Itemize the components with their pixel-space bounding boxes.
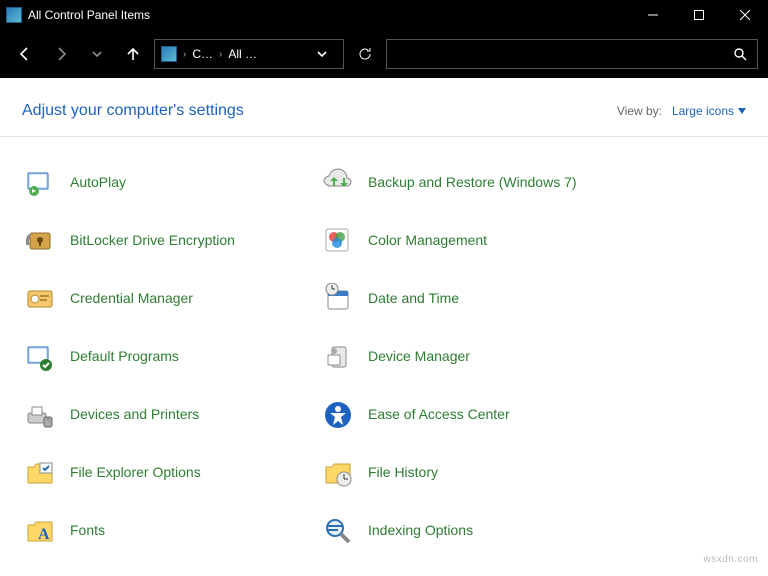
control-panel-item[interactable]: Date and Time [320, 281, 598, 317]
control-panel-item-label: AutoPlay [70, 174, 126, 192]
control-panel-item-label: Fonts [70, 522, 105, 540]
breadcrumb-crumb-2[interactable]: All … [228, 47, 257, 61]
control-panel-item[interactable]: BitLocker Drive Encryption [22, 223, 300, 259]
control-panel-item[interactable]: File History [320, 455, 598, 491]
autoplay-icon [22, 165, 58, 201]
forward-button[interactable] [46, 39, 76, 69]
date-time-icon [320, 281, 356, 317]
control-panel-item-label: Devices and Printers [70, 406, 199, 424]
control-panel-item[interactable]: Fonts [22, 513, 300, 549]
control-panel-item-label: File Explorer Options [70, 464, 201, 482]
control-panel-item-label: Indexing Options [368, 522, 473, 540]
control-panel-item[interactable]: Default Programs [22, 339, 300, 375]
address-bar[interactable]: › C… › All … [154, 39, 344, 69]
file-history-icon [320, 455, 356, 491]
watermark: wsxdn.com [703, 554, 758, 565]
control-panel-item-label: File History [368, 464, 438, 482]
items-grid: AutoPlay Backup and Restore (Windows 7) Bi… [0, 137, 620, 569]
control-panel-item[interactable]: Devices and Printers [22, 397, 300, 433]
control-panel-item[interactable]: Backup and Restore (Windows 7) [320, 165, 598, 201]
view-by-value: Large icons [672, 104, 734, 118]
window-title: All Control Panel Items [28, 8, 150, 22]
file-explorer-options-icon [22, 455, 58, 491]
navbar: › C… › All … [0, 30, 768, 78]
refresh-button[interactable] [350, 39, 380, 69]
control-panel-item[interactable]: Color Management [320, 223, 598, 259]
fonts-icon [22, 513, 58, 549]
backup-restore-icon [320, 165, 356, 201]
control-panel-item-label: BitLocker Drive Encryption [70, 232, 235, 250]
window-controls [630, 0, 768, 30]
content-header: Adjust your computer's settings View by:… [0, 78, 768, 137]
color-management-icon [320, 223, 356, 259]
control-panel-item[interactable]: Credential Manager [22, 281, 300, 317]
control-panel-item[interactable]: AutoPlay [22, 165, 300, 201]
control-panel-item-label: Ease of Access Center [368, 406, 510, 424]
address-dropdown-button[interactable] [307, 39, 337, 69]
minimize-button[interactable] [630, 0, 676, 30]
credential-manager-icon [22, 281, 58, 317]
content-scroll[interactable]: AutoPlay Backup and Restore (Windows 7) Bi… [0, 137, 768, 571]
control-panel-item-label: Device Manager [368, 348, 470, 366]
breadcrumb-crumb-1[interactable]: C… [192, 47, 213, 61]
chevron-right-icon: › [219, 49, 222, 60]
indexing-options-icon [320, 513, 356, 549]
titlebar-left: All Control Panel Items [6, 7, 150, 23]
control-panel-item[interactable]: Device Manager [320, 339, 598, 375]
control-panel-item[interactable]: Indexing Options [320, 513, 598, 549]
control-panel-item-label: Color Management [368, 232, 487, 250]
recent-locations-button[interactable] [82, 39, 112, 69]
devices-printers-icon [22, 397, 58, 433]
control-panel-item-label: Date and Time [368, 290, 459, 308]
address-icon [161, 46, 177, 62]
control-panel-item[interactable]: File Explorer Options [22, 455, 300, 491]
default-programs-icon [22, 339, 58, 375]
chevron-down-icon [738, 108, 746, 114]
back-button[interactable] [10, 39, 40, 69]
close-button[interactable] [722, 0, 768, 30]
page-title: Adjust your computer's settings [22, 102, 244, 120]
maximize-button[interactable] [676, 0, 722, 30]
chevron-right-icon: › [183, 49, 186, 60]
ease-of-access-icon [320, 397, 356, 433]
view-by-selector[interactable]: Large icons [672, 104, 746, 118]
titlebar: All Control Panel Items [0, 0, 768, 30]
device-manager-icon [320, 339, 356, 375]
view-by: View by: Large icons [617, 104, 746, 118]
up-button[interactable] [118, 39, 148, 69]
view-by-label: View by: [617, 104, 662, 118]
search-input[interactable] [386, 39, 758, 69]
control-panel-item-label: Backup and Restore (Windows 7) [368, 174, 577, 192]
bitlocker-icon [22, 223, 58, 259]
control-panel-item-label: Credential Manager [70, 290, 193, 308]
search-icon [733, 47, 747, 61]
control-panel-icon [6, 7, 22, 23]
control-panel-item-label: Default Programs [70, 348, 179, 366]
control-panel-item[interactable]: Ease of Access Center [320, 397, 598, 433]
